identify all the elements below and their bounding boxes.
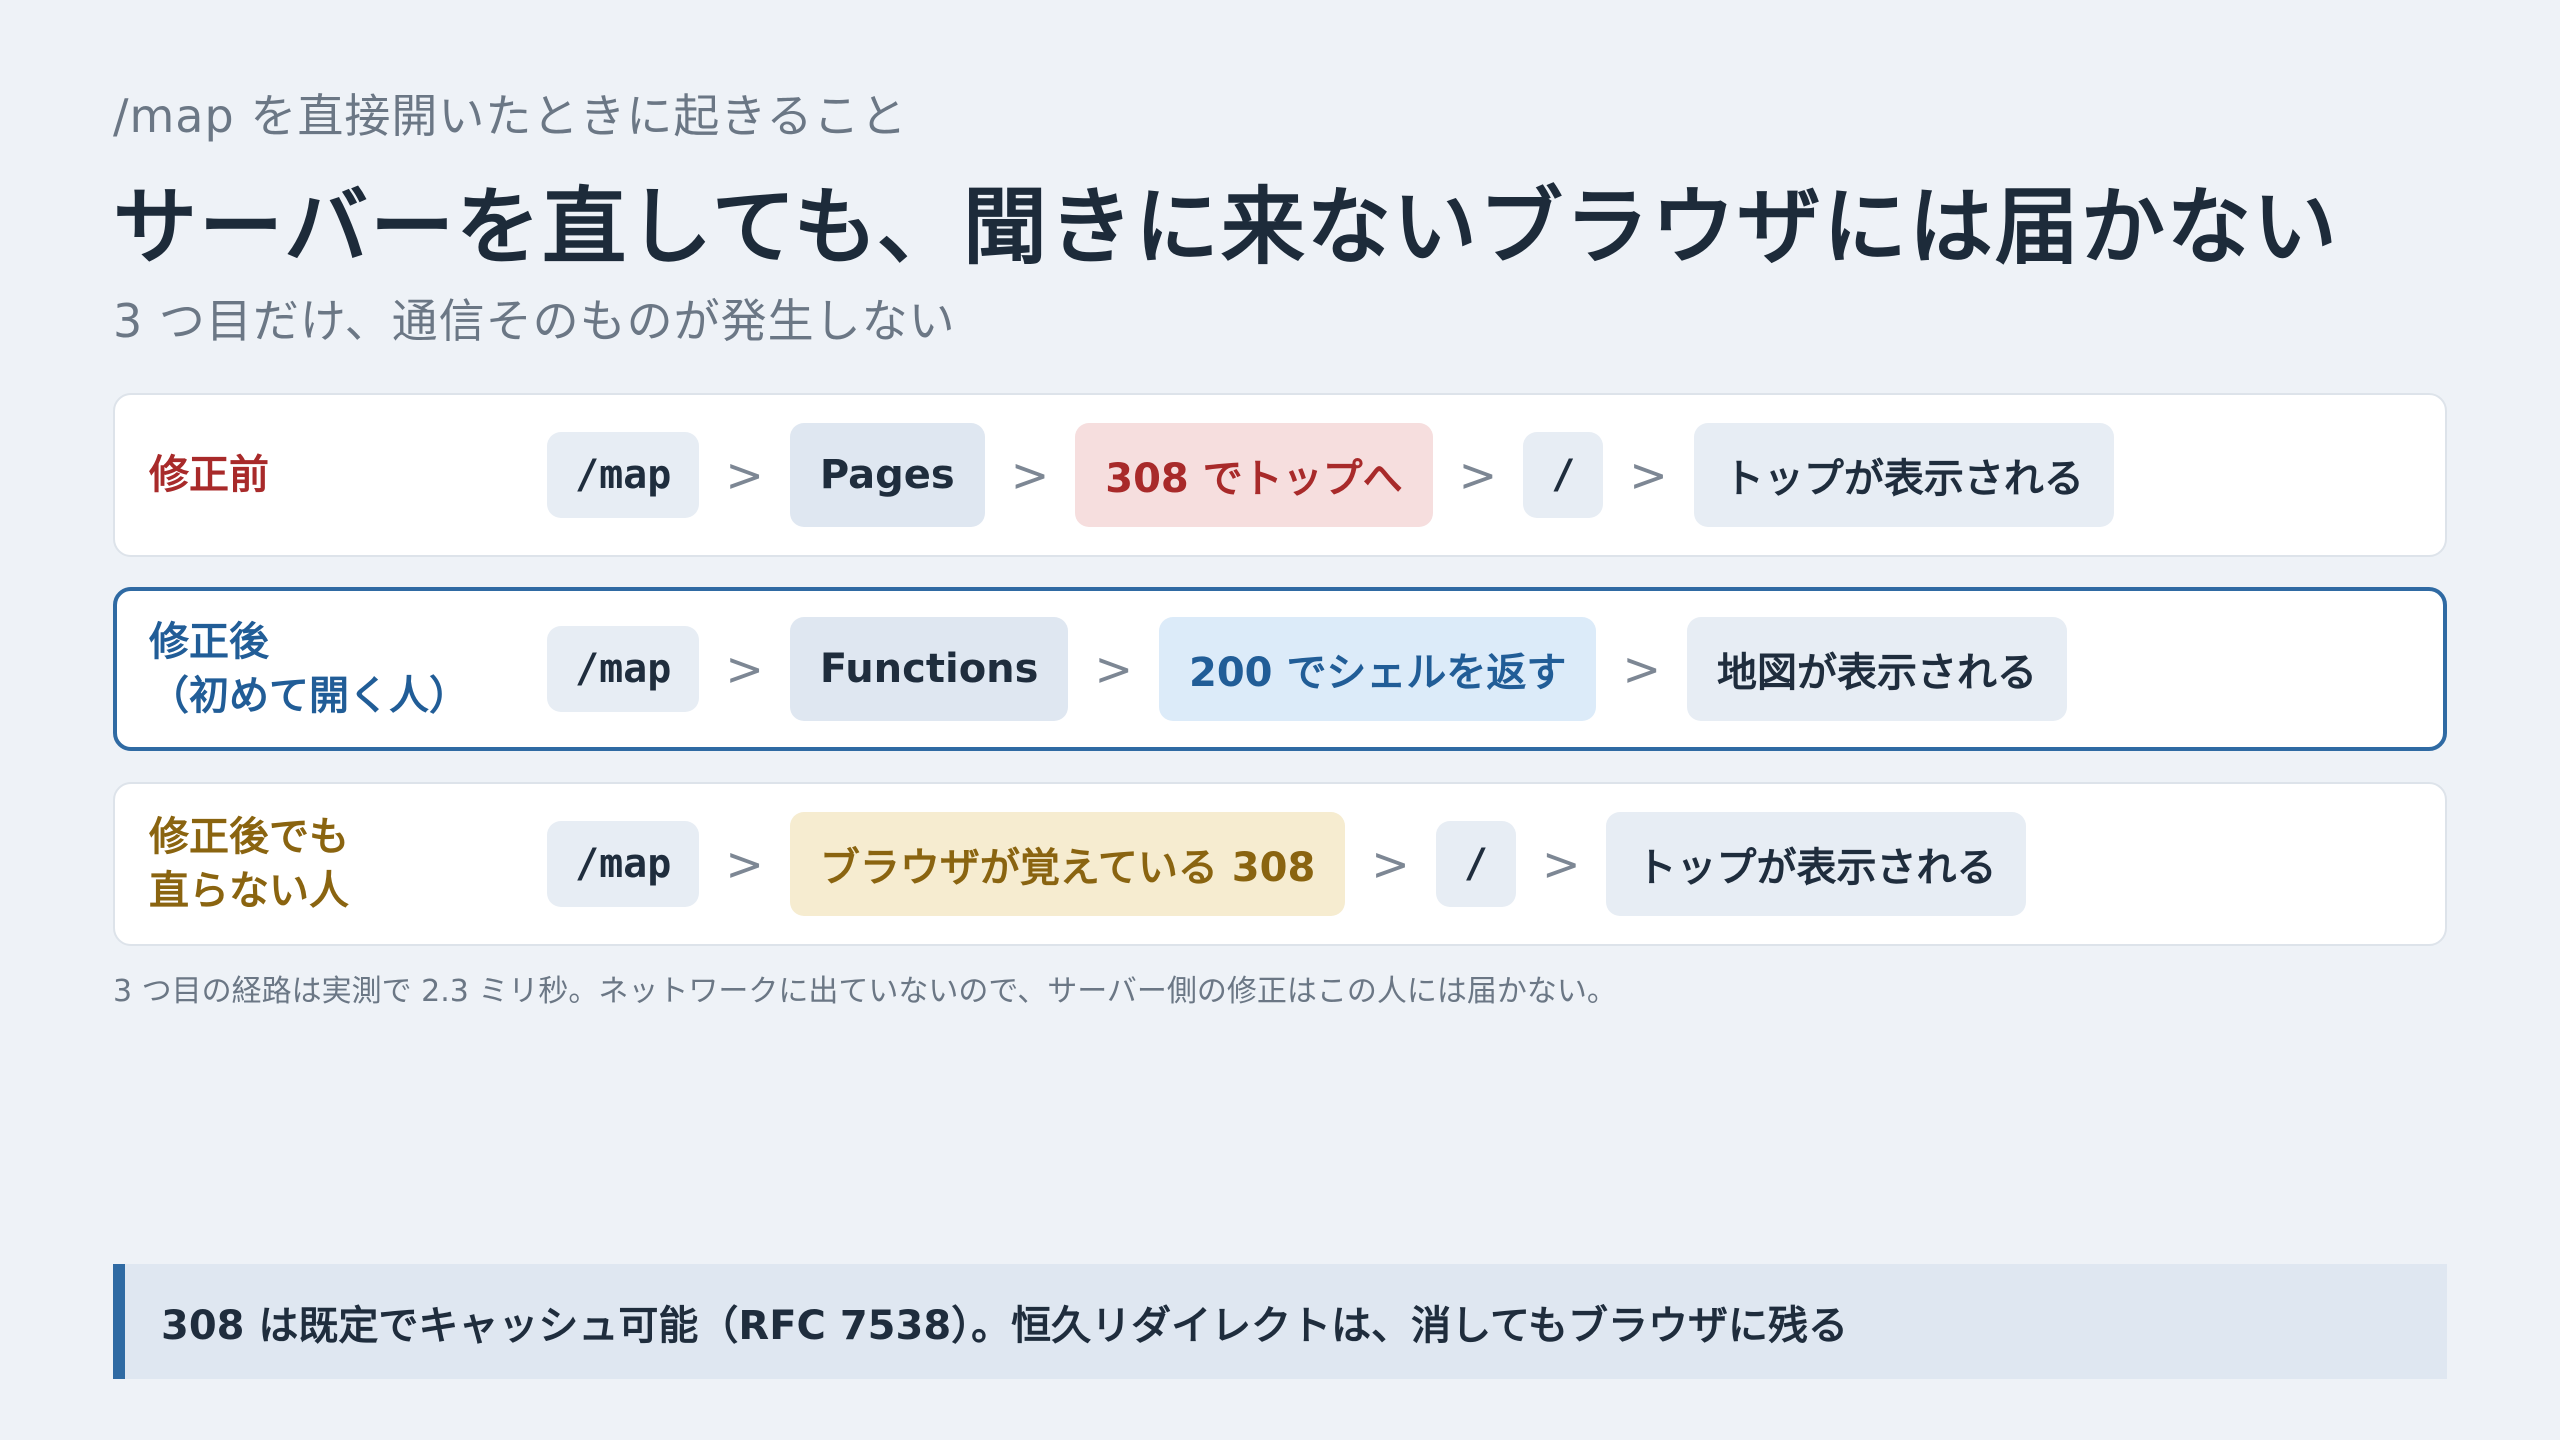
flow-row-before-fix: 修正前 /map > Pages > 308 でトップへ > / > トップが表… <box>113 393 2447 557</box>
arrow-icon: > <box>1541 837 1581 891</box>
callout-box: 308 は既定でキャッシュ可能（RFC 7538）。恒久リダイレクトは、消しても… <box>113 1264 2447 1379</box>
flow-steps: /map > Pages > 308 でトップへ > / > トップが表示される <box>547 423 2114 527</box>
flow-row-after-fix-first-visit: 修正後 （初めて開く人） /map > Functions > 200 でシェル… <box>113 587 2447 751</box>
arrow-icon: > <box>725 642 764 696</box>
step-chip: /map <box>547 432 700 518</box>
flow-steps: /map > Functions > 200 でシェルを返す > 地図が表示され… <box>547 617 2067 721</box>
arrow-icon: > <box>725 448 764 502</box>
eyebrow: /map を直接開いたときに起きること <box>113 89 908 143</box>
step-chip-result: トップが表示される <box>1693 423 2114 527</box>
arrow-icon: > <box>1094 642 1134 696</box>
page-title: サーバーを直しても、聞きに来ないブラウザには届かない <box>113 178 2339 276</box>
step-chip-result: 地図が表示される <box>1686 617 2067 721</box>
row-label: 修正後でも 直らない人 <box>149 814 349 914</box>
arrow-icon: > <box>1622 642 1661 696</box>
step-chip: /map <box>547 626 700 712</box>
step-chip: Pages <box>789 423 985 527</box>
step-chip: /map <box>547 821 700 907</box>
arrow-icon: > <box>1010 448 1050 502</box>
step-chip-result: トップが表示される <box>1606 812 2027 916</box>
page-subtitle: 3 つ目だけ、通信そのものが発生しない <box>113 294 956 348</box>
row-label: 修正後 （初めて開く人） <box>149 619 469 719</box>
flow-steps: /map > ブラウザが覚えている 308 > / > トップが表示される <box>547 812 2027 916</box>
step-chip: Functions <box>789 617 1069 721</box>
arrow-icon: > <box>725 837 764 891</box>
row-label: 修正前 <box>149 452 269 498</box>
flow-row-still-broken: 修正後でも 直らない人 /map > ブラウザが覚えている 308 > / > … <box>113 782 2447 946</box>
step-chip-cached-redirect: ブラウザが覚えている 308 <box>789 812 1346 916</box>
step-chip-redirect: 308 でトップへ <box>1075 423 1433 527</box>
arrow-icon: > <box>1458 448 1498 502</box>
step-chip: / <box>1523 432 1604 518</box>
step-chip-shell: 200 でシェルを返す <box>1159 617 1597 721</box>
step-chip: / <box>1435 821 1516 907</box>
callout-text: 308 は既定でキャッシュ可能（RFC 7538）。恒久リダイレクトは、消しても… <box>161 1302 1848 1349</box>
arrow-icon: > <box>1629 448 1668 502</box>
footnote: 3 つ目の経路は実測で 2.3 ミリ秒。ネットワークに出ていないので、サーバー側… <box>113 974 1617 1009</box>
arrow-icon: > <box>1371 837 1410 891</box>
